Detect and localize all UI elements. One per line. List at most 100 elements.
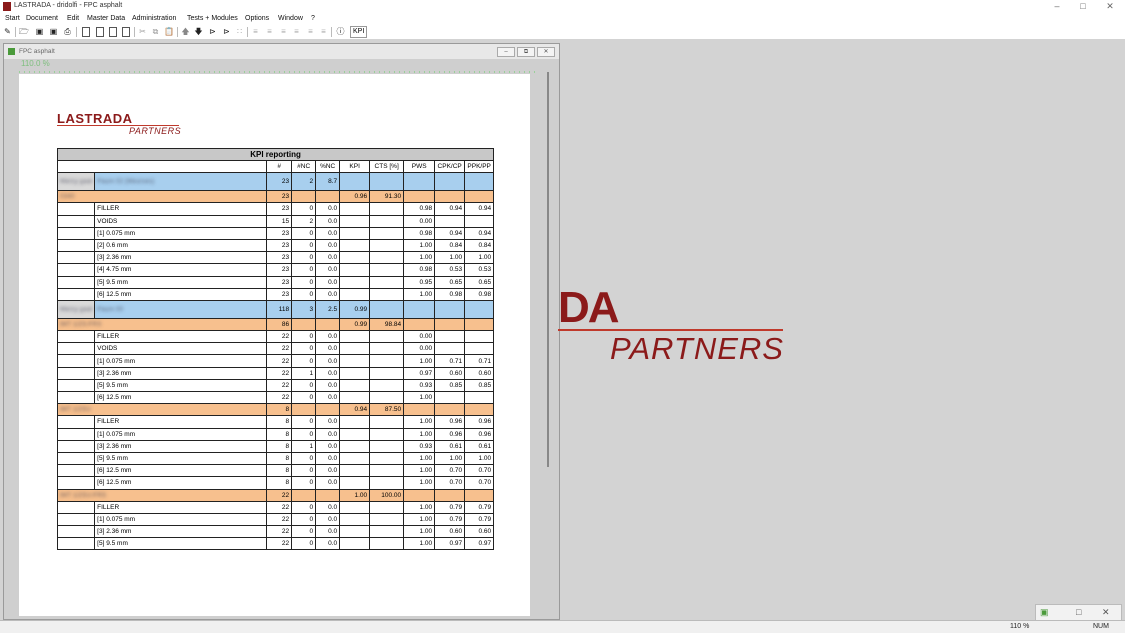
cell-nc xyxy=(291,317,317,332)
minimize-icon[interactable]: – xyxy=(1050,1,1064,11)
close-icon[interactable]: ✕ xyxy=(1103,1,1117,12)
cell-cpk xyxy=(434,190,466,204)
child-minimize-button[interactable]: – xyxy=(497,47,515,57)
cell-n: 22 xyxy=(266,525,293,539)
menu-edit[interactable]: Edit xyxy=(67,15,79,22)
menu-document[interactable]: Document xyxy=(26,15,58,22)
cell-kpi: 0.94 xyxy=(339,403,371,417)
cell-pws: 1.00 xyxy=(403,512,436,527)
cell-ppk: 0.61 xyxy=(464,439,495,453)
move-down-icon[interactable]: 🡇 xyxy=(194,27,203,36)
table-row: [3] 2.36 mm 8 1 0.0 0.93 0.61 0.61 xyxy=(56,439,495,453)
copy-icon[interactable]: ⧉ xyxy=(151,27,160,36)
cell-n: 22 xyxy=(266,500,293,514)
menu-help[interactable]: ? xyxy=(311,15,315,22)
table-row: [5] 9.5 mm 8 0 0.0 1.00 1.00 1.00 xyxy=(56,451,495,466)
insert-icon[interactable]: ⊳ xyxy=(208,27,217,36)
wizard-icon[interactable]: ✎ xyxy=(3,27,12,36)
row-name: [6] 12.5 mm xyxy=(94,390,268,405)
cell-cts xyxy=(369,287,405,301)
cut-icon[interactable]: ✂ xyxy=(138,27,147,36)
save-all-icon[interactable]: ▣ xyxy=(49,27,58,36)
distribute-vertical-icon[interactable]: ≡ xyxy=(306,27,315,36)
group-name: Paum 00 xyxy=(94,299,268,319)
cell-nc: 0 xyxy=(291,464,317,478)
cell-cts xyxy=(369,500,405,514)
align-left-icon[interactable]: ≡ xyxy=(251,27,260,36)
maximize-icon[interactable]: □ xyxy=(1076,1,1090,11)
cell-kpi xyxy=(339,287,371,301)
cell-pws: 0.98 xyxy=(403,202,436,216)
grid-icon[interactable]: ∷ xyxy=(235,27,244,36)
row-name: FILLER xyxy=(94,500,268,514)
menu-master-data[interactable]: Master Data xyxy=(87,15,125,22)
subgroup-row: 0340 23 0.96 91.30 xyxy=(56,190,495,204)
child-restore-button[interactable]: ⧉ xyxy=(517,47,535,57)
cell-pnc: 0.0 xyxy=(315,214,341,228)
background-logo-sub: PARTNERS xyxy=(610,331,784,366)
cell-kpi xyxy=(339,275,371,289)
align-center-icon[interactable]: ≡ xyxy=(265,27,274,36)
resize-icon[interactable]: ≡ xyxy=(319,27,328,36)
report-window-titlebar[interactable]: FPC asphalt – ⧉ ✕ xyxy=(4,44,559,59)
cell-cts xyxy=(369,354,405,368)
move-up-icon[interactable]: 🡅 xyxy=(181,27,190,36)
cell-kpi xyxy=(339,238,371,253)
paste-icon[interactable]: 📋 xyxy=(164,27,174,36)
vertical-scrollbar[interactable] xyxy=(544,70,552,615)
restore-icon[interactable]: □ xyxy=(1076,607,1081,617)
doc-view-icon[interactable] xyxy=(96,27,104,37)
row-indent xyxy=(56,390,96,405)
cell-nc: 0 xyxy=(291,251,317,265)
print-icon[interactable]: ⎙ xyxy=(63,27,72,36)
row-name: [1] 0.075 mm xyxy=(94,512,268,527)
row-indent xyxy=(56,537,96,551)
cell-pnc: 2.5 xyxy=(315,299,341,319)
menu-administration[interactable]: Administration xyxy=(132,15,176,22)
cell-kpi: 0.99 xyxy=(339,299,371,319)
cell-pnc: 0.0 xyxy=(315,202,341,216)
cell-pws: 0.95 xyxy=(403,275,436,289)
table-row: [2] 0.6 mm 23 0 0.0 1.00 0.84 0.84 xyxy=(56,238,495,253)
row-name: [1] 0.075 mm xyxy=(94,354,268,368)
open-icon[interactable]: 🗁 xyxy=(19,27,29,36)
cell-pnc xyxy=(315,317,341,332)
save-icon[interactable]: ▣ xyxy=(35,27,44,36)
new-doc-icon[interactable] xyxy=(82,27,90,37)
subgroup-name: 0340 xyxy=(56,190,268,204)
cell-kpi xyxy=(339,226,371,240)
row-indent xyxy=(56,512,96,527)
cell-cpk: 0.61 xyxy=(434,439,466,453)
cell-cts xyxy=(369,415,405,429)
logo-brand: LASTRADA xyxy=(57,111,133,126)
menu-options[interactable]: Options xyxy=(245,15,269,22)
kpi-button[interactable]: KPI xyxy=(350,26,368,38)
doc-table-icon[interactable] xyxy=(122,27,130,37)
title-bar: LASTRADA - dridolfi - FPC asphalt – □ ✕ xyxy=(0,0,1125,13)
doc-list-icon[interactable] xyxy=(109,27,117,37)
menu-tests-modules[interactable]: Tests + Modules xyxy=(187,15,238,22)
cell-nc: 0 xyxy=(291,342,317,356)
cell-cts xyxy=(369,427,405,441)
cell-kpi xyxy=(339,464,371,478)
menu-window[interactable]: Window xyxy=(278,15,303,22)
child-close-button[interactable]: ✕ xyxy=(537,47,555,57)
cell-nc xyxy=(291,403,317,417)
cell-pnc: 0.0 xyxy=(315,439,341,453)
menu-start[interactable]: Start xyxy=(5,15,20,22)
close-icon[interactable]: ✕ xyxy=(1102,607,1110,618)
cell-nc: 1 xyxy=(291,366,317,380)
cell-pnc: 0.0 xyxy=(315,464,341,478)
append-icon[interactable]: ⊳ xyxy=(222,27,231,36)
cell-cpk: 0.84 xyxy=(434,238,466,253)
cell-cpk: 0.53 xyxy=(434,263,466,277)
info-icon[interactable]: ⓘ xyxy=(336,27,345,36)
row-indent xyxy=(56,263,96,277)
scroll-thumb[interactable] xyxy=(547,72,549,467)
row-name: [3] 2.36 mm xyxy=(94,439,268,453)
align-right-icon[interactable]: ≡ xyxy=(279,27,288,36)
page-ruler xyxy=(19,71,537,73)
cell-cpk xyxy=(434,330,466,344)
distribute-icon[interactable]: ≡ xyxy=(292,27,301,36)
subgroup-name: IMT 1/2SU-FRS xyxy=(56,488,268,502)
